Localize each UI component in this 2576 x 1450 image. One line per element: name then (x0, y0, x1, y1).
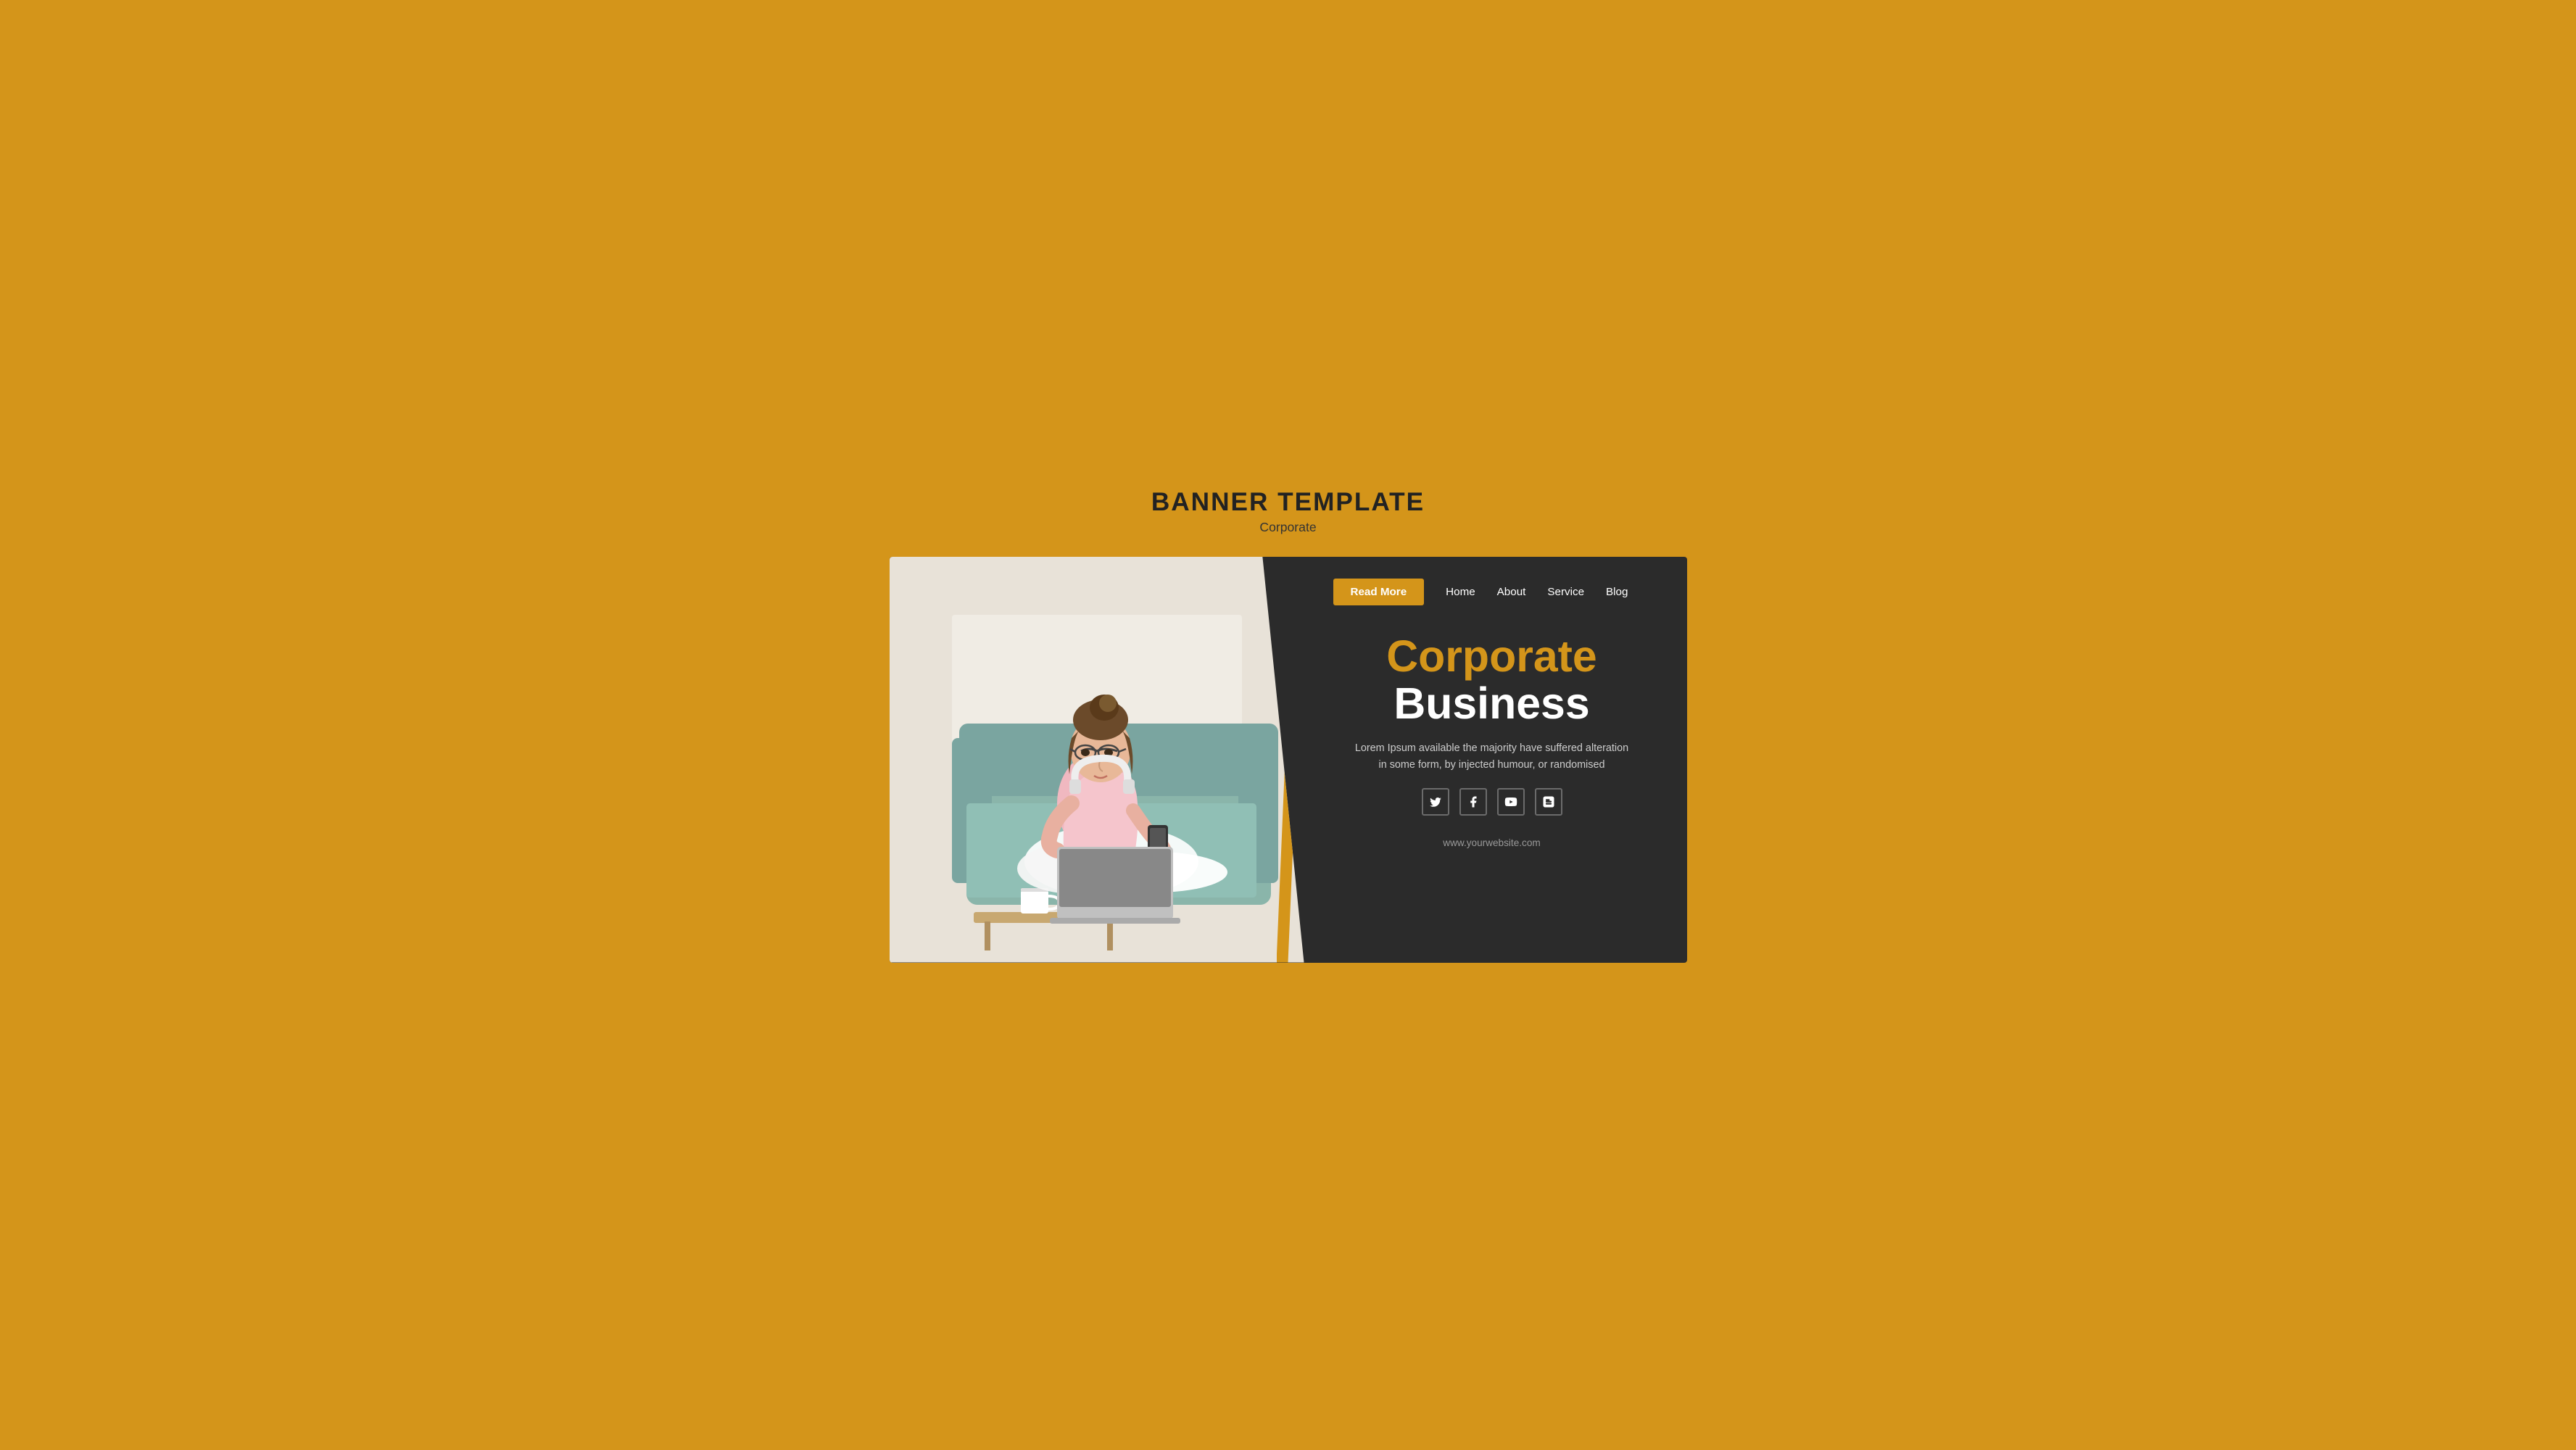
nav-link-service[interactable]: Service (1547, 586, 1584, 598)
facebook-icon[interactable] (1459, 788, 1487, 816)
nav-link-about[interactable]: About (1497, 586, 1526, 598)
youtube-icon[interactable] (1497, 788, 1525, 816)
page-title: BANNER TEMPLATE (1151, 488, 1425, 517)
hero-center-block: Corporate Business Lorem Ipsum available… (1333, 634, 1651, 849)
banner-right: Read More Home About Service Blog Corpor… (1304, 557, 1687, 963)
twitter-icon[interactable] (1422, 788, 1449, 816)
banner-left (890, 557, 1304, 963)
banner: Read More Home About Service Blog Corpor… (890, 557, 1687, 963)
read-more-button[interactable]: Read More (1333, 579, 1425, 605)
nav-link-blog[interactable]: Blog (1606, 586, 1628, 598)
hero-line2: Business (1393, 682, 1589, 726)
website-url: www.yourwebsite.com (1443, 837, 1540, 848)
hero-text-block: Corporate Business Lorem Ipsum available… (1333, 634, 1651, 849)
hero-image (890, 557, 1304, 963)
hero-line1: Corporate (1386, 634, 1597, 679)
hero-description: Lorem Ipsum available the majority have … (1354, 740, 1630, 774)
page-subtitle: Corporate (1259, 520, 1316, 535)
social-icons-bar (1422, 788, 1562, 816)
nav-link-home[interactable]: Home (1446, 586, 1475, 598)
right-inner: Read More Home About Service Blog Corpor… (1333, 579, 1651, 849)
page-wrapper: BANNER TEMPLATE Corporate (890, 488, 1687, 963)
blogger-icon[interactable] (1535, 788, 1562, 816)
navigation-bar: Read More Home About Service Blog (1333, 579, 1651, 605)
